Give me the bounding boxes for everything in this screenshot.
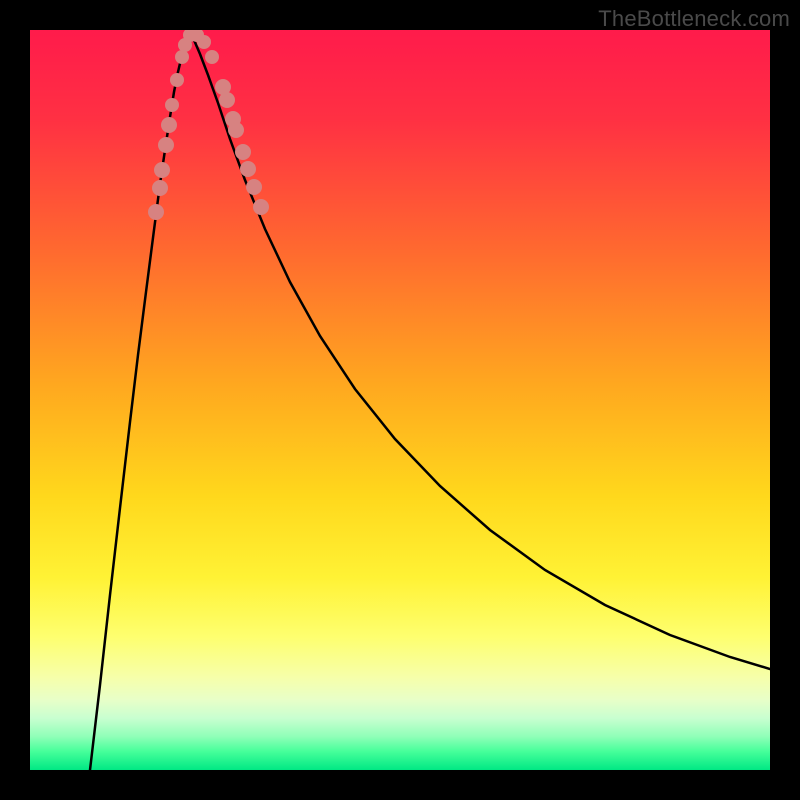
data-marker bbox=[158, 137, 174, 153]
data-marker bbox=[154, 162, 170, 178]
plot-area bbox=[30, 30, 770, 770]
data-marker bbox=[197, 35, 211, 49]
data-markers bbox=[148, 30, 269, 220]
data-marker bbox=[235, 144, 251, 160]
curve-right-branch bbox=[190, 32, 770, 669]
watermark-label: TheBottleneck.com bbox=[598, 6, 790, 32]
data-marker bbox=[175, 50, 189, 64]
chart-stage: TheBottleneck.com bbox=[0, 0, 800, 800]
data-marker bbox=[170, 73, 184, 87]
data-marker bbox=[246, 179, 262, 195]
curve-left-branch bbox=[90, 32, 190, 770]
data-marker bbox=[253, 199, 269, 215]
data-marker bbox=[165, 98, 179, 112]
data-marker bbox=[240, 161, 256, 177]
curve-layer bbox=[30, 30, 770, 770]
data-marker bbox=[228, 122, 244, 138]
data-marker bbox=[219, 92, 235, 108]
data-marker bbox=[205, 50, 219, 64]
data-marker bbox=[148, 204, 164, 220]
data-marker bbox=[152, 180, 168, 196]
data-marker bbox=[161, 117, 177, 133]
